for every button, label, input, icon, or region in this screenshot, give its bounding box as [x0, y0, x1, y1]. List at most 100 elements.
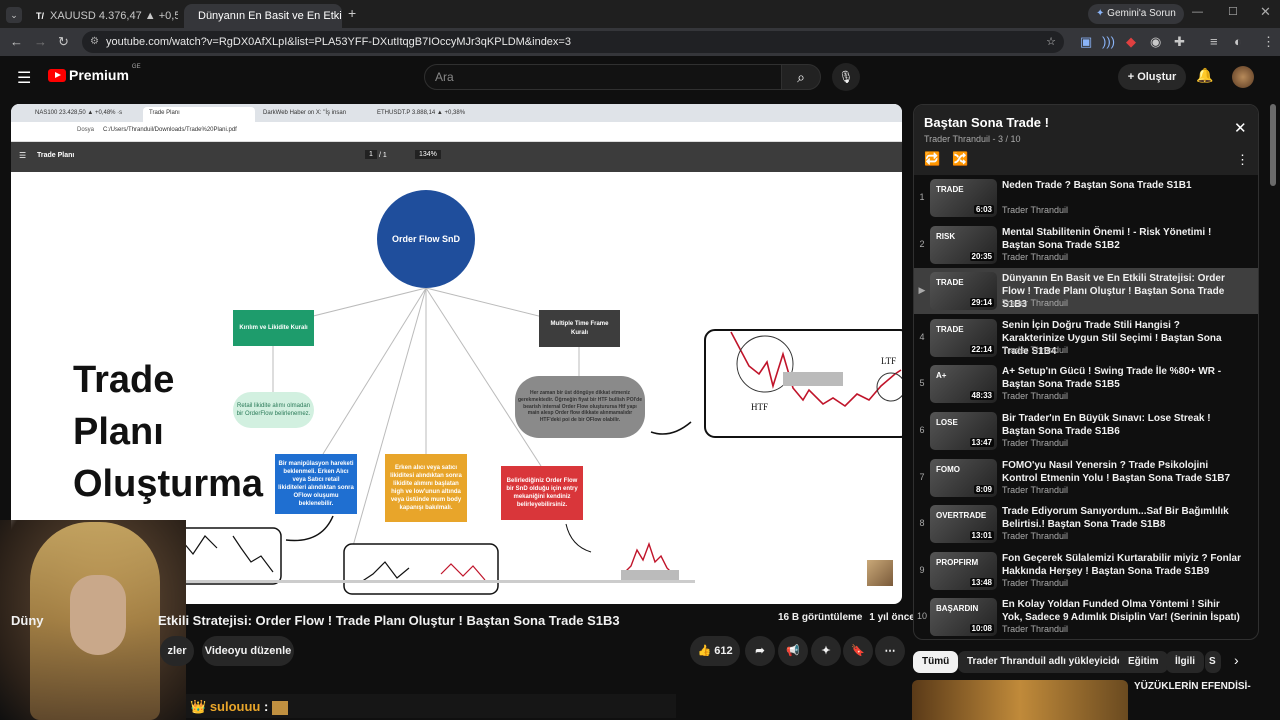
playlist-close-icon[interactable]: ✕ [1234, 119, 1247, 137]
arrow-to-chart [650, 421, 692, 435]
gemini-button[interactable]: ✦ Gemini'a Sorun [1088, 4, 1184, 24]
ask-ai-button[interactable]: ✦ [811, 636, 841, 666]
playlist-item-title[interactable]: Neden Trade ? Baştan Sona Trade S1B1 [1002, 179, 1242, 192]
node-mtf: Multiple Time Frame Kuralı [539, 310, 620, 347]
video-title: Etkili Stratejisi: Order Flow ! Trade Pl… [158, 613, 620, 628]
thumbnail-text: BAŞARDIN [936, 604, 979, 614]
playlist-thumbnail[interactable]: TRADE 29:14 [930, 272, 997, 311]
youtube-logo[interactable]: Premium GE [48, 64, 141, 83]
notifications-bell-icon[interactable]: 🔔 [1196, 67, 1213, 84]
thumbnail-text: FOMO [936, 464, 960, 474]
tab-xauusd[interactable]: T/ XAUUSD 4.376,47 ▲ +0,57% Al × [28, 4, 178, 28]
chip-from-uploader[interactable]: Trader Thranduil adlı yükleyiciden [958, 651, 1138, 673]
playlist-item-title[interactable]: En Kolay Yoldan Funded Olma Yöntemi ! Si… [1002, 598, 1242, 624]
playlist-thumbnail[interactable]: BAŞARDIN 10:08 [930, 598, 997, 637]
page-scrollbar[interactable] [1270, 104, 1276, 186]
playlist-thumbnail[interactable]: TRADE 22:14 [930, 318, 997, 357]
chip-related[interactable]: İlgili [1166, 651, 1204, 673]
site-info-icon[interactable]: ⚙ [90, 31, 99, 53]
playlist-menu-icon[interactable]: ⋮ [1236, 152, 1249, 168]
playlist-item[interactable]: 1 TRADE 6:03 Neden Trade ? Baştan Sona Trad… [914, 175, 1258, 221]
next-video-thumbnail[interactable] [912, 680, 1128, 720]
promote-button[interactable]: 📢 [778, 636, 808, 666]
like-count: 612 [714, 645, 733, 657]
share-button[interactable]: ➦ [745, 636, 775, 666]
playlist-item[interactable]: 2 RISK 20:35 Mental Stabilitenin Önemi ! - … [914, 222, 1258, 268]
loop-icon[interactable]: 🔁 [924, 151, 940, 167]
playlist-item-channel: Trader Thranduil [1002, 298, 1069, 309]
playlist-thumbnail[interactable]: RISK 20:35 [930, 225, 997, 264]
voice-search-button[interactable]: 🎙 [832, 63, 860, 91]
like-button[interactable]: 👍 612 [690, 636, 740, 666]
extension-icon[interactable]: ◆ [1126, 34, 1136, 50]
new-tab-button[interactable]: + [348, 5, 356, 21]
search-button[interactable]: ⌕ [781, 64, 821, 90]
playlist-item-title[interactable]: Bir Trader'ın En Büyük Sınavı: Lose Stre… [1002, 412, 1242, 438]
playlist-item[interactable]: 7 FOMO 8:09 FOMO'yu Nasıl Yenersin ? Trade … [914, 455, 1258, 501]
tab-label: XAUUSD 4.376,47 ▲ +0,57% Al [50, 10, 178, 22]
webcam-thumbnail [867, 560, 893, 586]
megaphone-icon: 📢 [786, 645, 800, 657]
playlist-item[interactable]: 10 BAŞARDIN 10:08 En Kolay Yoldan Funded Ol… [914, 594, 1258, 639]
playlist-item[interactable]: 8 OVERTRADE 13:01 Trade Ediyorum Sanıyordum… [914, 501, 1258, 547]
extension-icon[interactable]: ▣ [1080, 34, 1092, 50]
playlist-item-channel: Trader Thranduil [1002, 391, 1069, 402]
shuffle-icon[interactable]: 🔀 [952, 151, 968, 167]
playlist-title[interactable]: Baştan Sona Trade ! [924, 115, 1049, 130]
playlist-item-title[interactable]: Trade Ediyorum Sanıyordum...Saf Bir Bağı… [1002, 505, 1242, 531]
address-bar[interactable]: ⚙ youtube.com/watch?v=RgDX0AfXLpI&list=P… [82, 31, 1064, 53]
duration-badge: 8:09 [973, 484, 994, 494]
playlist-thumbnail[interactable]: A+ 48:33 [930, 365, 997, 404]
extension-icon[interactable]: ◉ [1150, 34, 1161, 50]
puzzle-icon[interactable]: ✚ [1174, 34, 1185, 50]
profile-icon[interactable]: ◐ [1234, 34, 1242, 49]
edit-video-button[interactable]: Videoyu düzenle [202, 636, 294, 666]
minimize-icon[interactable]: — [1192, 6, 1203, 18]
playlist-thumbnail[interactable]: LOSE 13:47 [930, 412, 997, 450]
playlist-item[interactable]: 6 LOSE 13:47 Bir Trader'ın En Büyük Sınavı:… [914, 408, 1258, 454]
plus-icon: + [1127, 71, 1135, 83]
playlist-thumbnail[interactable]: TRADE 6:03 [930, 179, 997, 217]
reading-list-icon[interactable]: ≡ [1210, 34, 1218, 49]
create-button[interactable]: + Oluştur [1118, 64, 1186, 90]
hamburger-menu-icon[interactable]: ☰ [17, 68, 31, 88]
back-icon[interactable]: ← [10, 34, 23, 49]
video-title-prefix: Düny [11, 613, 44, 628]
chip-more[interactable]: S [1205, 651, 1221, 673]
playlist-item-title[interactable]: Fon Geçerek Sülalemizi Kurtarabilir miyi… [1002, 552, 1242, 578]
view-count: 16 B görüntüleme 1 yıl önce [778, 612, 915, 623]
ltf-label: LTF [881, 356, 897, 366]
playlist-item[interactable]: 5 A+ 48:33 A+ Setup'ın Gücü ! Swing Trade İ… [914, 361, 1258, 407]
save-button[interactable]: 🔖 [843, 636, 873, 666]
playlist-index: ▶ [918, 285, 926, 296]
playlist-item-channel: Trader Thranduil [1002, 205, 1069, 215]
window-close-icon[interactable]: ✕ [1260, 4, 1271, 20]
search-input[interactable]: Ara [424, 64, 782, 90]
menu-icon[interactable]: ⋮ [1262, 34, 1275, 50]
playlist-item[interactable]: 4 TRADE 22:14 Senin İçin Doğru Trade Stili … [914, 315, 1258, 361]
extension-icon[interactable]: ))) [1102, 34, 1115, 49]
playlist-item[interactable]: ▶ TRADE 29:14 Dünyanın En Basit ve En Etkil… [914, 268, 1258, 315]
reload-icon[interactable]: ↻ [58, 34, 69, 50]
playlist-item-title[interactable]: FOMO'yu Nasıl Yenersin ? Trade Psikoloji… [1002, 459, 1242, 485]
playlist-item-title[interactable]: Mental Stabilitenin Önemi ! - Risk Yönet… [1002, 226, 1242, 252]
playlist-thumbnail[interactable]: FOMO 8:09 [930, 458, 997, 497]
tab-list-dropdown-icon[interactable]: ⌄ [6, 7, 22, 23]
gemini-label: Gemini'a Sorun [1107, 8, 1176, 19]
arrow-to-box [285, 515, 334, 542]
playlist-item[interactable]: 9 PROPFIRM 13:48 Fon Geçerek Sülalemizi Kur… [914, 548, 1258, 594]
playlist-item-title[interactable]: A+ Setup'ın Gücü ! Swing Trade İle %80+ … [1002, 365, 1242, 391]
playlist-thumbnail[interactable]: PROPFIRM 13:48 [930, 551, 997, 590]
bookmark-star-icon[interactable]: ☆ [1046, 31, 1056, 53]
more-actions-button[interactable]: ⋯ [875, 636, 905, 666]
analytics-button[interactable]: zler [160, 636, 194, 666]
chip-education[interactable]: Eğitim [1119, 651, 1168, 673]
avatar[interactable] [1232, 66, 1254, 88]
maximize-icon[interactable]: ☐ [1228, 5, 1238, 18]
chip-all[interactable]: Tümü [913, 651, 959, 673]
forward-icon[interactable]: → [34, 34, 47, 49]
playlist-thumbnail[interactable]: OVERTRADE 13:01 [930, 505, 997, 544]
tab-youtube[interactable]: Dünyanın En Basit ve En Etkili S × [184, 4, 342, 28]
next-video-title[interactable]: YÜZÜKLERİN EFENDİSİ- [1134, 681, 1251, 692]
chips-next-icon[interactable]: › [1234, 652, 1239, 668]
